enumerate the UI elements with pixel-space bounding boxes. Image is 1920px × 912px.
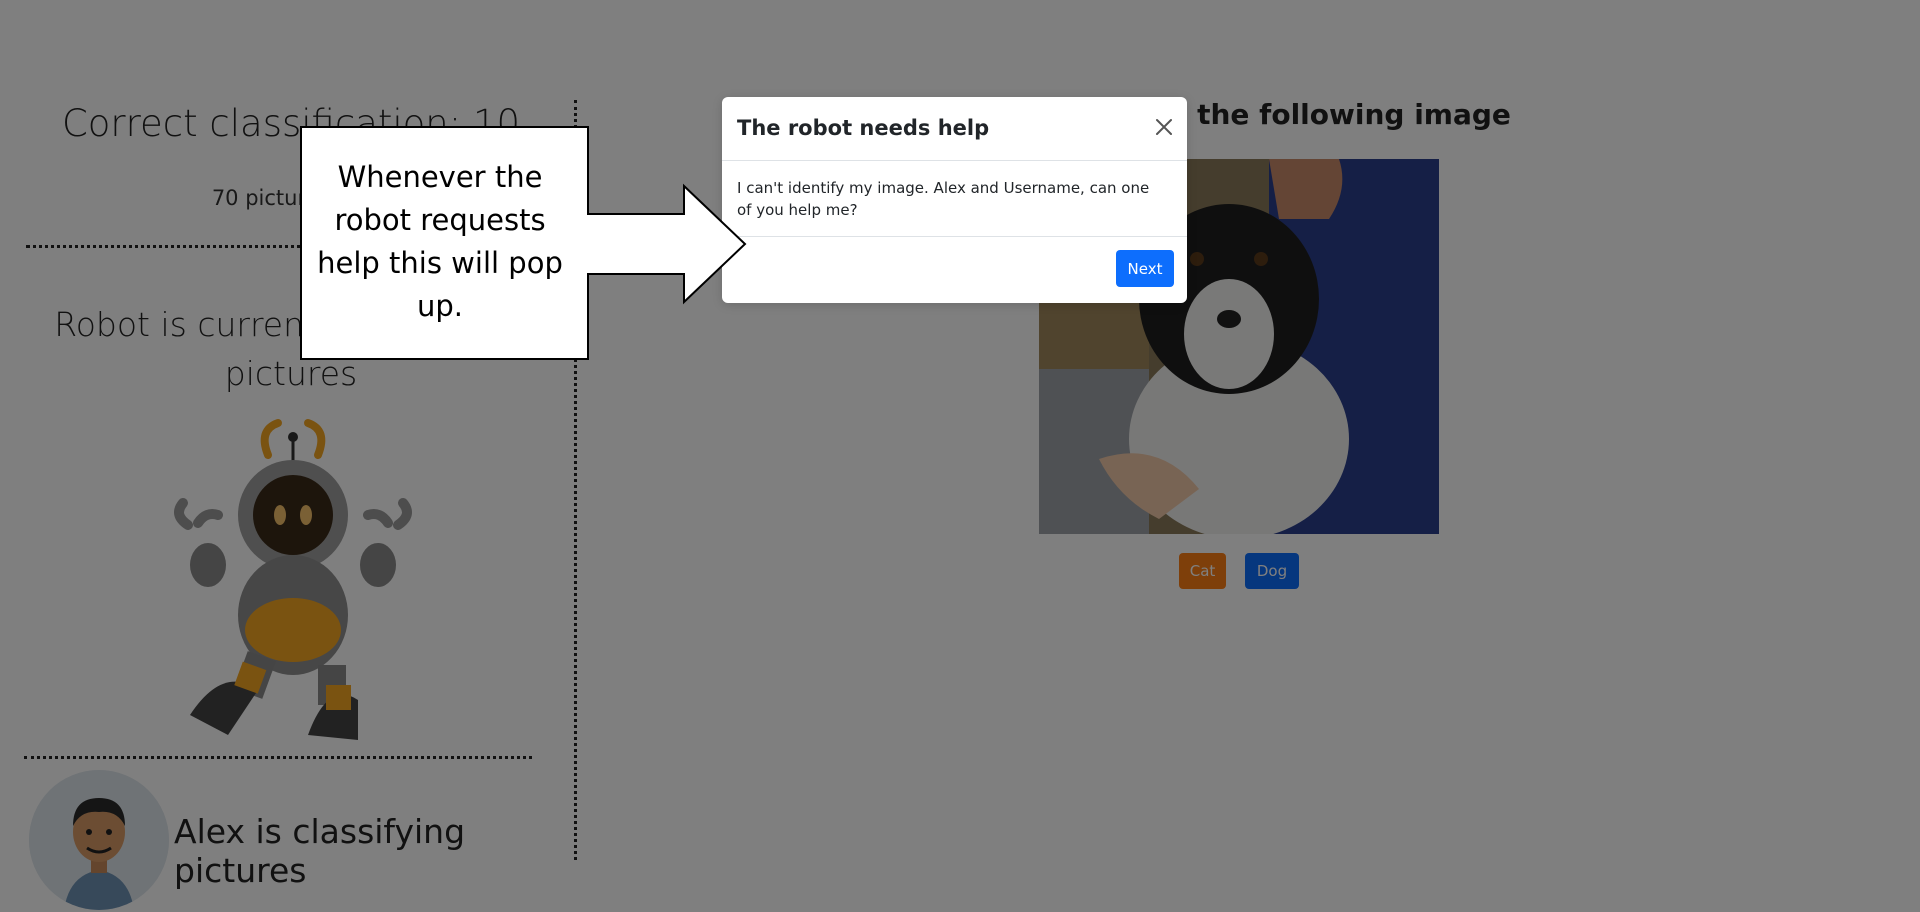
callout-text: Whenever the robot requests help this wi…: [317, 160, 563, 323]
modal-title: The robot needs help: [737, 116, 990, 140]
modal-header: The robot needs help: [722, 97, 1187, 161]
page: Correct classification: 10 70 pictures l…: [0, 0, 1920, 912]
next-button[interactable]: Next: [1116, 250, 1174, 287]
modal-body-text: I can't identify my image. Alex and User…: [737, 179, 1150, 219]
help-modal: The robot needs help I can't identify my…: [722, 97, 1187, 303]
close-icon[interactable]: [1152, 115, 1176, 139]
modal-footer: Next: [722, 236, 1187, 304]
